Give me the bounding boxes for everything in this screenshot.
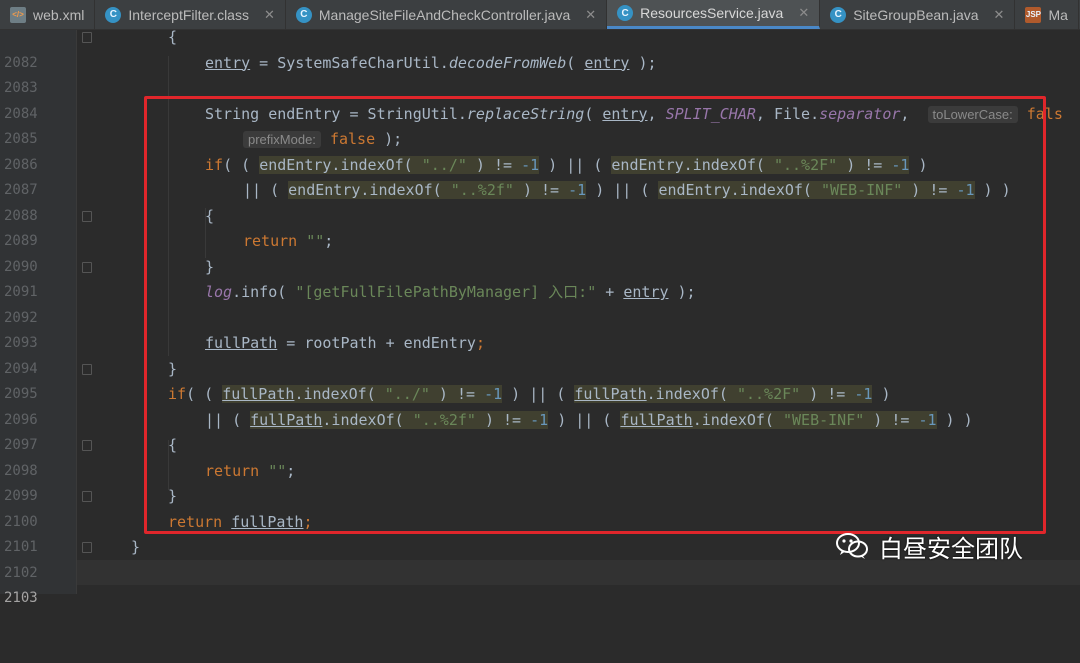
fold-marker-icon[interactable] [82, 261, 92, 273]
close-icon[interactable]: ✕ [585, 7, 596, 23]
tab-label: ManageSiteFileAndCheckController.java [318, 6, 571, 23]
close-icon[interactable]: ✕ [264, 7, 275, 23]
tab-label: Ma [1048, 6, 1068, 23]
highlight-annotation-box [144, 96, 1046, 534]
tab-label: ResourcesService.java [640, 5, 784, 21]
jsp-file-icon: JSP [1025, 6, 1042, 23]
tab-label: SiteGroupBean.java [853, 6, 979, 23]
class-file-icon: C [830, 6, 847, 23]
wechat-icon [836, 533, 868, 559]
code-line: 2083 entry = SystemSafeCharUtil.decodeFr… [4, 53, 657, 97]
xml-file-icon: </> [10, 6, 26, 23]
watermark: 白昼安全团队 [835, 528, 1023, 564]
tab-label: web.xml [33, 6, 85, 23]
watermark-text: 白昼安全团队 [879, 534, 1023, 563]
fold-marker-icon[interactable] [82, 440, 92, 451]
fold-marker-icon[interactable] [82, 363, 92, 375]
class-file-icon: C [617, 5, 634, 21]
fold-marker-icon[interactable] [82, 32, 92, 43]
tab-label: InterceptFilter.class [128, 6, 249, 23]
class-file-icon: C [295, 6, 312, 23]
close-icon[interactable]: ✕ [994, 7, 1005, 23]
fold-marker-icon[interactable] [82, 210, 92, 222]
fold-marker-icon[interactable] [82, 542, 92, 553]
class-file-icon: C [105, 6, 122, 23]
close-icon[interactable]: ✕ [798, 5, 809, 21]
code-line: 2082 { [4, 28, 178, 71]
code-line-current: 2103 [4, 590, 38, 606]
fold-marker-icon[interactable] [82, 491, 92, 502]
